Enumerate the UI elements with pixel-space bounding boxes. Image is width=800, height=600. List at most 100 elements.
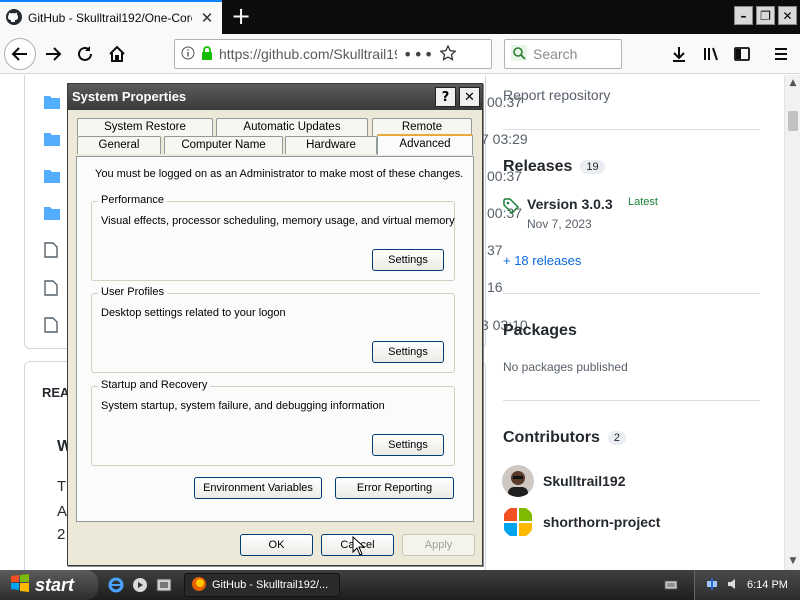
ok-button[interactable]: OK <box>240 534 313 556</box>
readme-text-fragment: A <box>57 503 68 520</box>
minimize-window-icon[interactable]: – <box>734 6 753 25</box>
performance-group: Performance Visual effects, processor sc… <box>91 194 455 281</box>
search-bar[interactable]: Search <box>504 39 622 69</box>
keyboard-layout-icon[interactable] <box>664 578 678 592</box>
folder-icon[interactable] <box>44 169 60 185</box>
file-timestamp: 37 <box>487 242 503 258</box>
hamburger-menu-icon[interactable] <box>766 40 796 68</box>
quick-launch-app-icon[interactable] <box>156 577 172 593</box>
help-icon[interactable]: ? <box>435 87 456 107</box>
tab-system-restore[interactable]: System Restore <box>77 118 213 136</box>
releases-heading[interactable]: Releases 19 <box>503 158 605 176</box>
folder-icon[interactable] <box>44 95 60 111</box>
tab-computer-name[interactable]: Computer Name <box>164 136 283 154</box>
advanced-tab-panel: You must be logged on as an Administrato… <box>76 156 474 522</box>
site-info-icon[interactable] <box>181 46 195 63</box>
close-window-icon[interactable]: ✕ <box>778 6 797 25</box>
scrollbar-thumb[interactable] <box>788 111 798 131</box>
performance-settings-button[interactable]: Settings <box>372 249 444 271</box>
downloads-icon[interactable] <box>664 40 694 68</box>
system-properties-dialog: System Properties ? ✕ System Restore Aut… <box>67 83 483 566</box>
file-timestamp: 7 03:29 <box>481 131 528 147</box>
tab-close-icon[interactable]: ✕ <box>198 9 216 27</box>
dialog-close-icon[interactable]: ✕ <box>459 87 480 107</box>
dialog-title: System Properties <box>72 89 187 104</box>
volume-icon[interactable] <box>726 577 740 594</box>
library-icon[interactable] <box>696 40 726 68</box>
readme-text-fragment: T <box>57 478 67 495</box>
avatar[interactable] <box>502 465 534 497</box>
apply-button[interactable]: Apply <box>402 534 475 556</box>
contributor-name[interactable]: Skulltrail192 <box>543 473 626 489</box>
search-placeholder: Search <box>533 46 578 62</box>
contributor-item[interactable]: shorthorn-project <box>502 506 660 538</box>
internet-explorer-icon[interactable] <box>108 577 124 593</box>
packages-heading[interactable]: Packages <box>503 322 577 340</box>
tab-advanced[interactable]: Advanced <box>377 134 473 155</box>
page-scrollbar[interactable]: ▲ ▼ <box>784 75 800 570</box>
contributors-title[interactable]: Contributors <box>503 429 600 447</box>
safely-remove-hardware-icon[interactable] <box>705 577 719 594</box>
sidebar-toggle-icon[interactable] <box>727 40 757 68</box>
new-tab-icon[interactable]: + <box>228 3 254 29</box>
tab-hardware[interactable]: Hardware <box>285 136 377 154</box>
report-repository-link[interactable]: Report repository <box>503 87 610 103</box>
releases-title[interactable]: Releases <box>503 158 572 176</box>
start-label: start <box>35 574 75 595</box>
url-text[interactable]: https://github.com/Skulltrail192 <box>219 46 397 62</box>
restore-window-icon[interactable]: ❐ <box>756 6 775 25</box>
file-icon[interactable] <box>44 242 60 258</box>
latest-release-name[interactable]: Version 3.0.3 <box>527 196 613 212</box>
file-icon[interactable] <box>44 317 60 333</box>
error-reporting-button[interactable]: Error Reporting <box>335 477 454 499</box>
windows-taskbar: start GitHub - Skulltrail192/... 6:14 PM <box>0 570 800 600</box>
group-description: Desktop settings related to your logon <box>101 307 286 319</box>
lock-icon <box>201 45 213 63</box>
startup-recovery-group: Startup and Recovery System startup, sys… <box>91 379 455 466</box>
browser-tab-strip: GitHub - Skulltrail192/One-Core-A ✕ + – … <box>0 0 800 34</box>
more-releases-link[interactable]: + 18 releases <box>503 253 581 268</box>
latest-release-date: Nov 7, 2023 <box>527 217 592 231</box>
tab-title: GitHub - Skulltrail192/One-Core-A <box>28 11 192 25</box>
divider <box>503 293 760 294</box>
group-description: System startup, system failure, and debu… <box>101 400 385 412</box>
forward-arrow-icon[interactable] <box>38 40 68 68</box>
reload-icon[interactable] <box>70 40 100 68</box>
start-button[interactable]: start <box>0 570 98 600</box>
readme-tab-label[interactable]: REA <box>42 385 69 400</box>
contributor-item[interactable]: Skulltrail192 <box>502 465 626 497</box>
file-icon[interactable] <box>44 280 60 296</box>
folder-icon[interactable] <box>44 206 60 222</box>
user-profiles-settings-button[interactable]: Settings <box>372 341 444 363</box>
window-controls: – ❐ ✕ <box>734 6 800 25</box>
admin-notice: You must be logged on as an Administrato… <box>95 168 464 180</box>
scroll-down-arrow-icon[interactable]: ▼ <box>787 555 799 567</box>
dialog-title-bar[interactable]: System Properties <box>68 84 482 110</box>
taskbar-item-firefox[interactable]: GitHub - Skulltrail192/... <box>184 573 340 597</box>
contributor-name[interactable]: shorthorn-project <box>543 514 660 530</box>
scroll-up-arrow-icon[interactable]: ▲ <box>787 77 799 89</box>
windows-logo-icon <box>10 573 30 597</box>
tab-automatic-updates[interactable]: Automatic Updates <box>216 118 368 136</box>
home-icon[interactable] <box>102 40 132 68</box>
page-actions-menu-icon[interactable]: ••• <box>403 45 434 64</box>
back-arrow-icon[interactable] <box>4 38 36 70</box>
avatar[interactable] <box>502 506 534 538</box>
no-packages-text: No packages published <box>503 360 628 374</box>
firefox-taskbar-icon <box>191 576 207 595</box>
task-item-title: GitHub - Skulltrail192/... <box>212 579 329 591</box>
environment-variables-button[interactable]: Environment Variables <box>194 477 322 499</box>
browser-tab-github[interactable]: GitHub - Skulltrail192/One-Core-A ✕ <box>0 0 222 34</box>
clock[interactable]: 6:14 PM <box>747 579 788 591</box>
folder-icon[interactable] <box>44 132 60 148</box>
tab-general[interactable]: General <box>77 136 161 154</box>
bookmark-star-icon[interactable] <box>439 43 457 64</box>
media-player-icon[interactable] <box>132 577 148 593</box>
contributors-heading[interactable]: Contributors 2 <box>503 429 626 447</box>
divider <box>503 400 760 401</box>
address-bar[interactable]: https://github.com/Skulltrail192 ••• <box>174 39 492 69</box>
startup-recovery-settings-button[interactable]: Settings <box>372 434 444 456</box>
divider <box>503 129 760 130</box>
tag-icon <box>503 198 520 217</box>
packages-title[interactable]: Packages <box>503 322 577 340</box>
